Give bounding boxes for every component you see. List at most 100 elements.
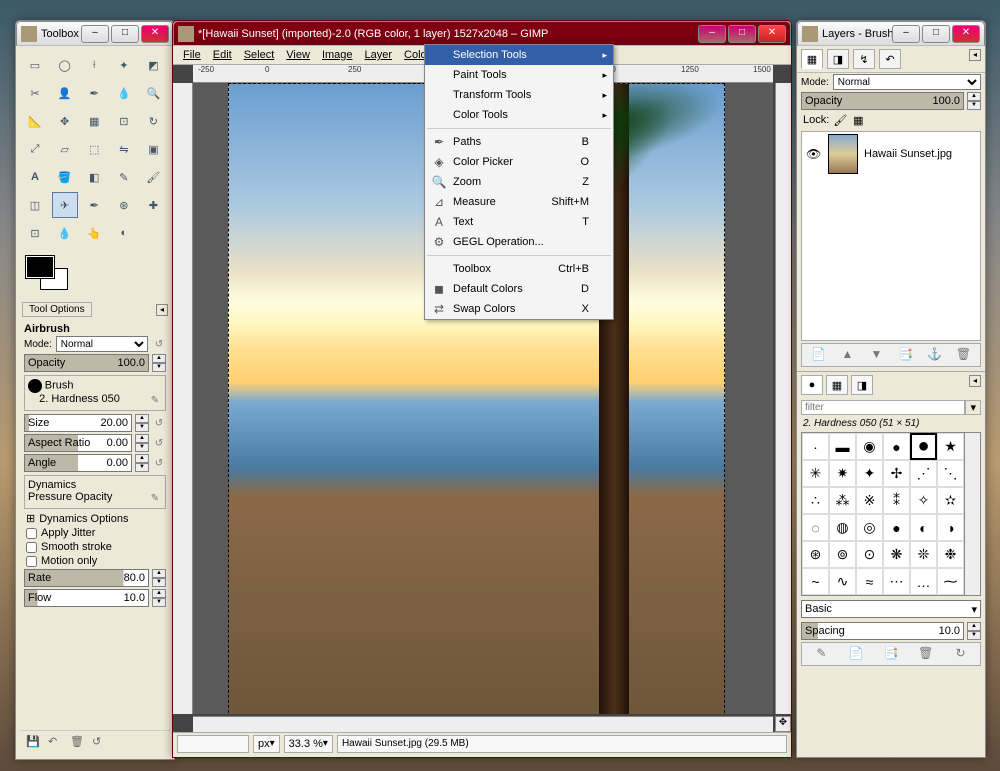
menu-view[interactable]: View xyxy=(280,47,316,63)
paths-tab-icon[interactable]: ↯ xyxy=(853,49,875,69)
measure-tool[interactable]: 📐 xyxy=(22,108,48,134)
flip-tool[interactable]: ⇋ xyxy=(111,136,137,162)
titlebar[interactable]: *[Hawaii Sunset] (imported)-2.0 (RGB col… xyxy=(173,21,791,46)
brush-item[interactable]: ⋰ xyxy=(910,460,937,487)
layer-opacity-slider[interactable]: Opacity100.0 xyxy=(801,92,964,110)
brush-item[interactable]: ● xyxy=(910,433,937,460)
delete-preset-icon[interactable]: 🗑 xyxy=(70,735,86,751)
scissors-tool[interactable]: ✂ xyxy=(22,80,48,106)
motion-only-checkbox[interactable] xyxy=(26,556,37,567)
menu-text[interactable]: ATextT xyxy=(425,212,613,232)
lock-alpha-icon[interactable]: ▦ xyxy=(851,113,865,127)
tool-options-tab[interactable]: Tool Options xyxy=(22,302,92,317)
brush-item[interactable]: ⋯ xyxy=(883,568,910,595)
brush-item[interactable]: ≈ xyxy=(856,568,883,595)
free-select-tool[interactable]: ⟊ xyxy=(81,52,107,78)
new-brush-icon[interactable]: 📄 xyxy=(848,646,864,662)
minimize-button[interactable]: – xyxy=(81,25,109,43)
maximize-button[interactable]: □ xyxy=(922,25,950,43)
filter-dropdown-icon[interactable]: ▾ xyxy=(965,400,981,415)
mode-reset-icon[interactable]: ↺ xyxy=(152,337,166,351)
brush-item[interactable]: ∿ xyxy=(829,568,856,595)
brush-edit-icon[interactable]: ✎ xyxy=(148,393,162,407)
angle-slider[interactable]: Angle0.00 xyxy=(24,454,132,472)
dock-menu-icon[interactable]: ◂ xyxy=(969,49,981,61)
duplicate-layer-icon[interactable]: 📑 xyxy=(898,347,914,363)
menu-measure[interactable]: ⊿MeasureShift+M xyxy=(425,192,613,212)
opacity-spinner[interactable]: ▲▼ xyxy=(152,354,166,372)
brush-item[interactable]: ⁓ xyxy=(937,568,964,595)
pencil-tool[interactable]: ✎ xyxy=(111,164,137,190)
menu-paint-tools[interactable]: Paint Tools▸ xyxy=(425,65,613,85)
dynamics-selector[interactable]: Dynamics Pressure Opacity ✎ xyxy=(24,475,166,509)
menu-color-picker[interactable]: ◈Color PickerO xyxy=(425,152,613,172)
move-tool[interactable]: ✥ xyxy=(52,108,78,134)
delete-layer-icon[interactable]: 🗑 xyxy=(956,347,972,363)
brushes-tab-icon[interactable]: ● xyxy=(801,375,823,395)
brush-item[interactable]: ✳ xyxy=(802,460,829,487)
brush-item[interactable]: ⁂ xyxy=(829,487,856,514)
airbrush-tool[interactable]: ✈ xyxy=(52,192,78,218)
menu-transform-tools[interactable]: Transform Tools▸ xyxy=(425,85,613,105)
save-preset-icon[interactable]: 💾 xyxy=(26,735,42,751)
layer-thumbnail[interactable] xyxy=(828,134,858,174)
menu-paths[interactable]: ✒PathsB xyxy=(425,132,613,152)
color-picker-tool[interactable]: 💧 xyxy=(111,80,137,106)
blur-tool[interactable]: 💧 xyxy=(52,220,78,246)
menu-image[interactable]: Image xyxy=(316,47,359,63)
minimize-button[interactable]: – xyxy=(698,25,726,43)
brush-item[interactable]: ⋱ xyxy=(937,460,964,487)
menu-selection-tools[interactable]: Selection Tools▸ xyxy=(425,45,613,65)
aspect-slider[interactable]: Aspect Ratio0.00 xyxy=(24,434,132,452)
brush-item[interactable]: ◉ xyxy=(856,433,883,460)
brush-item[interactable]: ⁑ xyxy=(883,487,910,514)
horizontal-scrollbar[interactable] xyxy=(193,716,773,732)
minimize-button[interactable]: – xyxy=(892,25,920,43)
layer-item[interactable]: 👁 Hawaii Sunset.jpg xyxy=(802,132,980,176)
menu-select[interactable]: Select xyxy=(238,47,281,63)
menu-default-colors[interactable]: ◼Default ColorsD xyxy=(425,279,613,299)
brush-item[interactable]: ❊ xyxy=(910,541,937,568)
bucket-fill-tool[interactable]: 🪣 xyxy=(52,164,78,190)
rotate-tool[interactable]: ↻ xyxy=(140,108,166,134)
brush-item[interactable]: ⊙ xyxy=(856,541,883,568)
ruler-vertical[interactable] xyxy=(173,83,193,714)
menu-toolbox[interactable]: ToolboxCtrl+B xyxy=(425,259,613,279)
brush-item[interactable]: ∴ xyxy=(802,487,829,514)
dock-menu-icon[interactable]: ◂ xyxy=(156,304,168,316)
brush-item[interactable]: ● xyxy=(883,433,910,460)
apply-jitter-checkbox[interactable] xyxy=(26,528,37,539)
anchor-layer-icon[interactable]: ⚓ xyxy=(927,347,943,363)
brush-item[interactable]: ※ xyxy=(856,487,883,514)
paths-tool[interactable]: ✒ xyxy=(81,80,107,106)
perspective-clone-tool[interactable]: ⊡ xyxy=(22,220,48,246)
by-color-select-tool[interactable]: ◩ xyxy=(140,52,166,78)
layer-name[interactable]: Hawaii Sunset.jpg xyxy=(864,148,952,160)
spacing-slider[interactable]: Spacing10.0 xyxy=(801,622,964,640)
smudge-tool[interactable]: 👆 xyxy=(81,220,107,246)
brush-item[interactable]: ◑ xyxy=(937,514,964,541)
vertical-scrollbar[interactable] xyxy=(775,83,791,714)
cage-tool[interactable]: ▣ xyxy=(140,136,166,162)
scale-tool[interactable]: ⤢ xyxy=(22,136,48,162)
dock-menu-icon[interactable]: ◂ xyxy=(969,375,981,387)
align-tool[interactable]: ▦ xyxy=(81,108,107,134)
brush-item[interactable]: ✢ xyxy=(883,460,910,487)
brush-item[interactable]: ✷ xyxy=(829,460,856,487)
unit-select[interactable]: px ▾ xyxy=(253,735,280,753)
patterns-tab-icon[interactable]: ▦ xyxy=(826,375,848,395)
brush-item[interactable]: ◍ xyxy=(829,514,856,541)
clone-tool[interactable]: ⊛ xyxy=(111,192,137,218)
channels-tab-icon[interactable]: ◨ xyxy=(827,49,849,69)
crop-tool[interactable]: ⊡ xyxy=(111,108,137,134)
brush-item[interactable]: ✫ xyxy=(937,487,964,514)
zoom-select[interactable]: 33.3 % ▾ xyxy=(284,735,333,753)
rate-slider[interactable]: Rate80.0 xyxy=(24,569,149,587)
close-button[interactable]: ✕ xyxy=(141,25,169,43)
raise-layer-icon[interactable]: ▲ xyxy=(840,347,856,363)
lock-pixels-icon[interactable]: 🖌 xyxy=(833,113,847,127)
flow-spinner[interactable]: ▲▼ xyxy=(152,589,166,607)
restore-preset-icon[interactable]: ↶ xyxy=(48,735,64,751)
menu-zoom[interactable]: 🔍ZoomZ xyxy=(425,172,613,192)
aspect-reset-icon[interactable]: ↺ xyxy=(152,436,166,450)
